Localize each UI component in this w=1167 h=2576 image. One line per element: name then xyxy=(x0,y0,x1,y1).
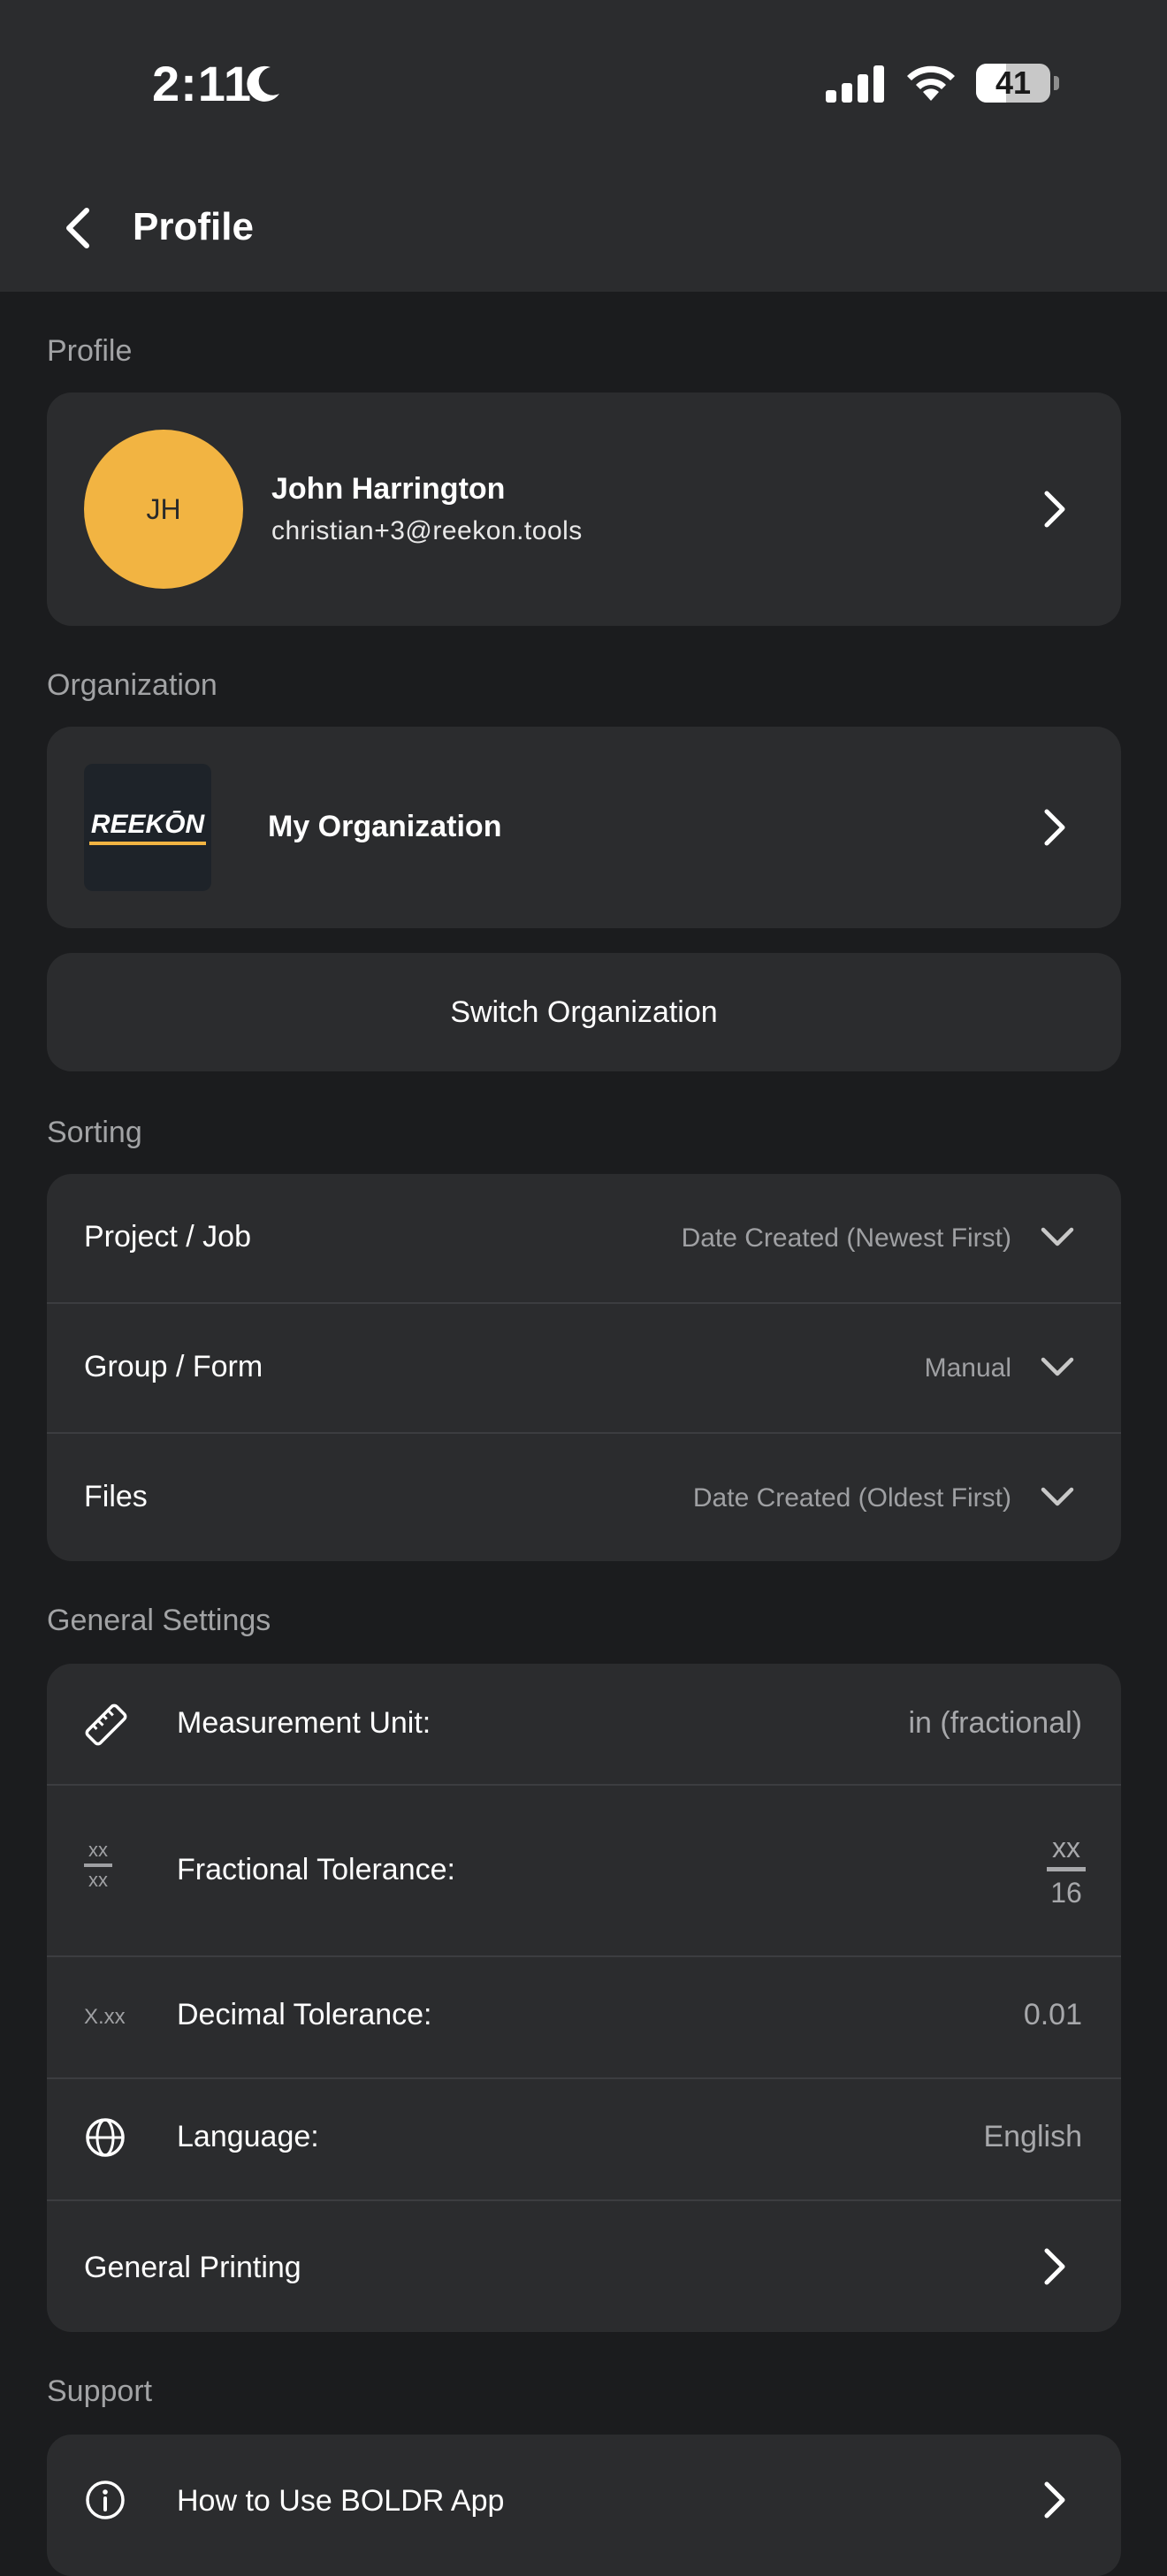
organization-card[interactable]: REEKŌN My Organization xyxy=(47,727,1121,928)
fraction-icon-top: xx xyxy=(88,1839,108,1861)
chevron-down-icon xyxy=(1041,1487,1074,1506)
setting-value: English xyxy=(983,2120,1082,2153)
setting-decimal-tolerance[interactable]: X.xx Decimal Tolerance: 0.01 xyxy=(47,1957,1121,2077)
setting-label: Decimal Tolerance: xyxy=(177,1998,432,2031)
organization-logo-underline xyxy=(89,842,206,845)
sort-row-value: Manual xyxy=(924,1353,1011,1383)
setting-general-printing[interactable]: General Printing xyxy=(47,2201,1121,2332)
support-card[interactable]: How to Use BOLDR App xyxy=(47,2435,1121,2576)
profile-card[interactable]: JH John Harrington christian+3@reekon.to… xyxy=(47,392,1121,626)
organization-logo: REEKŌN xyxy=(84,764,211,891)
sort-row-value: Date Created (Oldest First) xyxy=(692,1483,1011,1513)
info-icon xyxy=(86,2481,125,2519)
sort-row-label: Project / Job xyxy=(84,1220,251,1254)
wifi-icon xyxy=(907,65,955,101)
fraction-numerator: xx xyxy=(1052,1832,1080,1863)
setting-language[interactable]: Language: English xyxy=(47,2079,1121,2199)
page-title: Profile xyxy=(133,205,254,248)
chevron-right-icon xyxy=(1044,2481,1065,2519)
setting-fractional-tolerance[interactable]: xx xx Fractional Tolerance: xx 16 xyxy=(47,1786,1121,1955)
sort-row-group-form[interactable]: Group / Form Manual xyxy=(47,1304,1121,1433)
avatar: JH xyxy=(84,430,243,589)
setting-label: Fractional Tolerance: xyxy=(177,1853,455,1886)
back-chevron-icon[interactable] xyxy=(57,200,99,256)
user-name: John Harrington xyxy=(271,472,506,506)
setting-label: Measurement Unit: xyxy=(177,1706,431,1740)
decimal-icon: X.xx xyxy=(84,2005,126,2029)
section-label-profile: Profile xyxy=(47,334,133,368)
chevron-right-icon xyxy=(1044,809,1065,846)
sort-row-files[interactable]: Files Date Created (Oldest First) xyxy=(47,1434,1121,1561)
battery-percent: 41 xyxy=(995,65,1032,101)
fraction-value: xx 16 xyxy=(1047,1833,1086,1907)
moon-icon xyxy=(247,65,279,102)
setting-measurement-unit[interactable]: Measurement Unit: in (fractional) xyxy=(47,1664,1121,1784)
chevron-down-icon xyxy=(1041,1357,1074,1376)
general-settings-card: Measurement Unit: in (fractional) xx xx … xyxy=(47,1664,1121,2332)
fraction-denominator: 16 xyxy=(1050,1877,1082,1909)
fraction-icon: xx xx xyxy=(84,1841,112,1890)
setting-label: General Printing xyxy=(84,2251,301,2284)
cellular-signal-icon xyxy=(826,65,884,103)
chevron-right-icon xyxy=(1044,491,1065,528)
organization-logo-text: REEKŌN xyxy=(90,810,205,839)
user-email: christian+3@reekon.tools xyxy=(271,516,583,545)
fraction-icon-bottom: xx xyxy=(88,1869,108,1891)
setting-value: in (fractional) xyxy=(908,1706,1082,1740)
sort-row-label: Files xyxy=(84,1480,148,1513)
section-label-sorting: Sorting xyxy=(47,1116,142,1149)
setting-label: Language: xyxy=(177,2120,319,2153)
section-label-general-settings: General Settings xyxy=(47,1604,271,1637)
globe-icon xyxy=(86,2118,125,2157)
support-row-label: How to Use BOLDR App xyxy=(177,2484,505,2518)
chevron-right-icon xyxy=(1044,2248,1065,2285)
sorting-card: Project / Job Date Created (Newest First… xyxy=(47,1174,1121,1561)
section-label-organization: Organization xyxy=(47,668,217,702)
switch-organization-button[interactable]: Switch Organization xyxy=(47,953,1121,1071)
setting-value: 0.01 xyxy=(1023,1998,1082,2031)
sort-row-project-job[interactable]: Project / Job Date Created (Newest First… xyxy=(47,1174,1121,1303)
battery-indicator: 41 xyxy=(976,64,1050,103)
battery-nub xyxy=(1054,76,1059,90)
section-label-support: Support xyxy=(47,2374,153,2408)
chevron-down-icon xyxy=(1041,1227,1074,1246)
sort-row-value: Date Created (Newest First) xyxy=(681,1223,1011,1253)
ruler-icon xyxy=(85,1703,127,1746)
status-time: 2:11 xyxy=(152,56,252,111)
organization-name: My Organization xyxy=(268,810,502,843)
sort-row-label: Group / Form xyxy=(84,1350,263,1383)
top-bar: 2:11 41 Profile xyxy=(0,0,1167,292)
